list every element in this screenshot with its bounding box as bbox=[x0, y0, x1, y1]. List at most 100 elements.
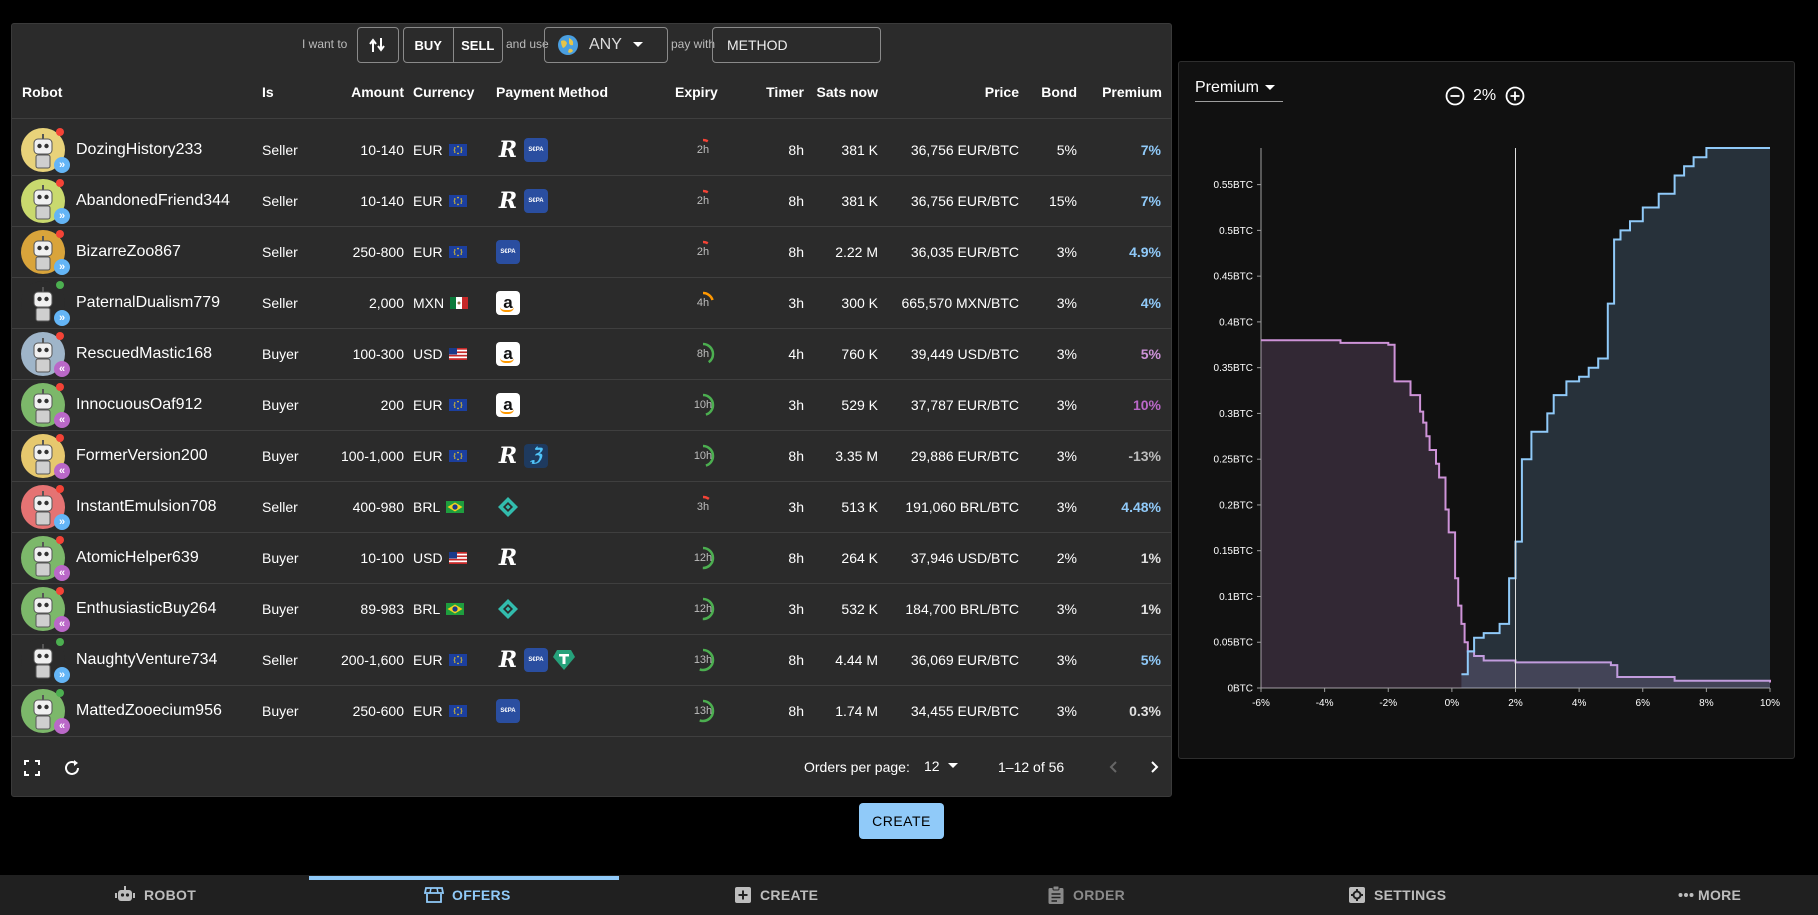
robot-name[interactable]: EnthusiasticBuy264 bbox=[76, 583, 217, 634]
nav-offers[interactable]: OFFERS bbox=[424, 875, 511, 915]
col-header-timer[interactable]: Timer bbox=[766, 66, 804, 118]
fullscreen-icon[interactable] bbox=[24, 760, 40, 776]
depth-area-sell bbox=[1461, 148, 1770, 688]
table-row[interactable]: » AbandonedFriend344 Seller 10-140 EUR R S€PA 2… bbox=[12, 175, 1171, 227]
robot-name[interactable]: DozingHistory233 bbox=[76, 124, 202, 175]
orders-per-page-select[interactable]: 12 bbox=[924, 758, 958, 774]
nav-more[interactable]: MORE bbox=[1678, 875, 1741, 915]
order-side-badge: « bbox=[54, 463, 70, 479]
y-tick-label: 0.45BTC bbox=[1214, 272, 1253, 283]
col-header-robot[interactable]: Robot bbox=[22, 66, 62, 118]
order-premium: 5% bbox=[1140, 651, 1161, 668]
x-tick-label: -2% bbox=[1379, 698, 1397, 709]
swap-direction-button[interactable] bbox=[357, 27, 399, 63]
expiry-label: 10h bbox=[693, 449, 713, 462]
order-price: 184,700 BRL/BTC bbox=[905, 600, 1019, 617]
robot-name[interactable]: AbandonedFriend344 bbox=[76, 175, 230, 226]
increase-premium-icon[interactable] bbox=[1505, 86, 1525, 106]
table-row[interactable]: » NaughtyVenture734 Seller 200-1,600 EUR R S€P… bbox=[12, 634, 1171, 686]
x-axis-field-select[interactable]: Premium bbox=[1195, 74, 1283, 102]
order-currency: BRL bbox=[413, 583, 465, 634]
col-header-payment-method[interactable]: Payment Method bbox=[496, 66, 608, 118]
amazon-icon: a bbox=[496, 290, 520, 315]
table-row[interactable]: » DozingHistory233 Seller 10-140 EUR R S€PA 2h 8… bbox=[12, 124, 1171, 176]
robot-name[interactable]: InnocuousOaf912 bbox=[76, 379, 202, 430]
caret-down-icon bbox=[947, 763, 958, 768]
currency-code: MXN bbox=[413, 294, 445, 311]
order-side-badge: » bbox=[54, 310, 70, 326]
buy-toggle[interactable]: BUY bbox=[404, 28, 454, 62]
x-tick-label: 0% bbox=[1445, 698, 1460, 709]
sepa-icon: S€PA bbox=[524, 137, 548, 162]
order-bond: 2% bbox=[1056, 549, 1077, 566]
order-price: 29,886 EUR/BTC bbox=[910, 447, 1019, 464]
currency-select[interactable]: ANY bbox=[544, 27, 668, 63]
payment-method-input[interactable]: METHOD bbox=[712, 27, 881, 63]
order-bond: 3% bbox=[1056, 702, 1077, 719]
robot-name[interactable]: InstantEmulsion708 bbox=[76, 481, 217, 532]
robot-name[interactable]: RescuedMastic168 bbox=[76, 328, 212, 379]
table-row[interactable]: « AtomicHelper639 Buyer 10-100 USD R 12h 8h 264 … bbox=[12, 532, 1171, 584]
order-currency: MXN bbox=[413, 277, 469, 328]
order-currency: EUR bbox=[413, 634, 467, 685]
col-header-currency[interactable]: Currency bbox=[413, 66, 474, 118]
nav-create[interactable]: CREATE bbox=[734, 875, 818, 915]
create-order-button[interactable]: CREATE bbox=[859, 803, 944, 839]
status-dot bbox=[56, 587, 64, 595]
currency-code: USD bbox=[413, 345, 443, 362]
prev-page-icon[interactable] bbox=[1107, 760, 1121, 774]
currency-select-value: ANY bbox=[589, 36, 622, 53]
order-premium: 1% bbox=[1140, 600, 1161, 617]
sell-toggle[interactable]: SELL bbox=[454, 28, 503, 62]
expiry-label: 12h bbox=[693, 602, 713, 615]
table-row[interactable]: « FormerVersion200 Buyer 100-1,000 EUR R ℨ 10h 8… bbox=[12, 430, 1171, 482]
robot-name[interactable]: AtomicHelper639 bbox=[76, 532, 199, 583]
next-page-icon[interactable] bbox=[1147, 760, 1161, 774]
nav-order[interactable]: ORDER bbox=[1047, 875, 1125, 915]
decrease-premium-icon[interactable] bbox=[1445, 86, 1465, 106]
y-tick-label: 0.05BTC bbox=[1214, 638, 1253, 649]
robot-name[interactable]: MattedZooecium956 bbox=[76, 685, 222, 736]
expiry-label: 2h bbox=[696, 245, 710, 258]
order-bond: 3% bbox=[1056, 447, 1077, 464]
col-header-bond[interactable]: Bond bbox=[1041, 66, 1077, 118]
col-header-is[interactable]: Is bbox=[262, 66, 274, 118]
table-row[interactable]: » PaternalDualism779 Seller 2,000 MXN a 4h 3h 30… bbox=[12, 277, 1171, 329]
table-row[interactable]: « MattedZooecium956 Buyer 250-600 EUR S€PA 13h… bbox=[12, 685, 1171, 737]
table-row[interactable]: » InstantEmulsion708 Seller 400-980 BRL 3h 3h 5… bbox=[12, 481, 1171, 533]
robot-name[interactable]: FormerVersion200 bbox=[76, 430, 208, 481]
expiry-label: 13h bbox=[693, 653, 713, 666]
eu-flag-icon bbox=[448, 449, 467, 462]
clipboard-icon bbox=[1048, 885, 1064, 904]
robot-name[interactable]: PaternalDualism779 bbox=[76, 277, 220, 328]
table-row[interactable]: « EnthusiasticBuy264 Buyer 89-983 BRL 12h 3h 53… bbox=[12, 583, 1171, 635]
table-row[interactable]: « InnocuousOaf912 Buyer 200 EUR a 10h 3h 529 K 37… bbox=[12, 379, 1171, 431]
nav-robot[interactable]: ROBOT bbox=[114, 875, 196, 915]
swap-icon bbox=[369, 38, 385, 52]
nav-settings[interactable]: SETTINGS bbox=[1348, 875, 1446, 915]
col-header-price[interactable]: Price bbox=[985, 66, 1019, 118]
y-tick-label: 0.4BTC bbox=[1219, 317, 1253, 328]
robot-name[interactable]: NaughtyVenture734 bbox=[76, 634, 217, 685]
payment-methods: a bbox=[496, 328, 524, 379]
order-bond: 3% bbox=[1056, 345, 1077, 362]
order-timer: 8h bbox=[788, 192, 804, 209]
robot-name[interactable]: BizarreZoo867 bbox=[76, 226, 181, 277]
col-header-sats-now[interactable]: Sats now bbox=[817, 66, 878, 118]
order-amount: 10-140 bbox=[360, 192, 404, 209]
table-row[interactable]: « RescuedMastic168 Buyer 100-300 USD a 8h 4h 760… bbox=[12, 328, 1171, 380]
order-side-badge: « bbox=[54, 412, 70, 428]
sats-now: 381 K bbox=[841, 192, 878, 209]
col-header-expiry[interactable]: Expiry bbox=[675, 66, 718, 118]
order-currency: BRL bbox=[413, 481, 465, 532]
depth-chart: 0BTC 0.05BTC 0.1BTC 0.15BTC 0.2BTC 0.25BTC 0.3… bbox=[1214, 147, 1780, 709]
col-header-premium[interactable]: Premium bbox=[1102, 66, 1162, 118]
table-row[interactable]: » BizarreZoo867 Seller 250-800 EUR S€PA 2h 8h 2.… bbox=[12, 226, 1171, 278]
refresh-icon[interactable] bbox=[63, 759, 81, 777]
order-premium: 7% bbox=[1140, 141, 1161, 158]
nav-order-label: ORDER bbox=[1073, 887, 1126, 903]
col-header-amount[interactable]: Amount bbox=[351, 66, 404, 118]
expiry-label: 3h bbox=[696, 500, 710, 513]
nav-robot-label: ROBOT bbox=[144, 887, 197, 903]
order-timer: 8h bbox=[788, 549, 804, 566]
